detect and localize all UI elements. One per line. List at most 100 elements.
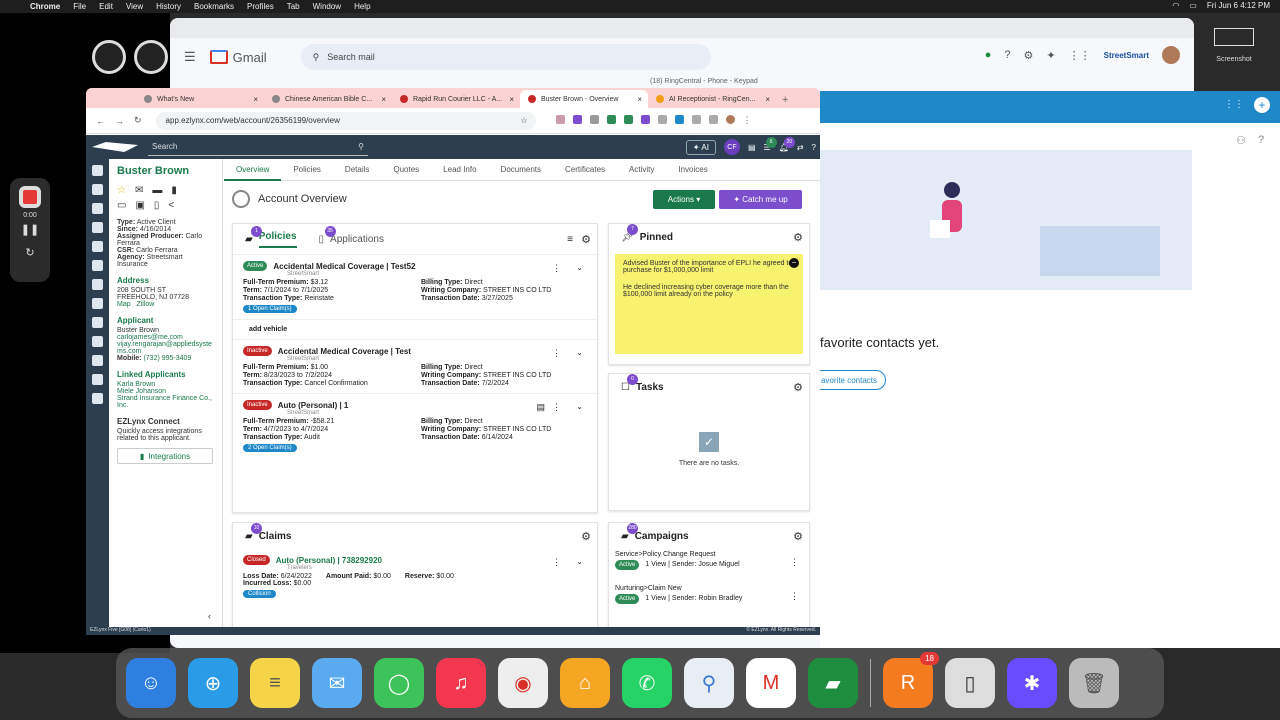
applications-subtab[interactable]: Applications — [330, 234, 384, 245]
open-claims-pill[interactable]: 2 Open Claim(s) — [243, 444, 297, 452]
ringcentral-icon[interactable]: R 18 — [883, 652, 939, 708]
chevron-down-icon[interactable]: ⌄ — [576, 402, 583, 411]
apps-grid-icon[interactable]: ⋮⋮ — [1069, 49, 1091, 62]
menu-edit[interactable]: Edit — [99, 2, 113, 11]
briefcase-icon[interactable] — [92, 355, 103, 366]
email-link[interactable]: carlojames@me.com — [117, 334, 214, 341]
extension-icon[interactable] — [674, 115, 684, 124]
plug-icon[interactable] — [92, 374, 103, 385]
gear-icon[interactable]: ⚙ — [581, 530, 591, 543]
menu-profiles[interactable]: Profiles — [247, 2, 274, 11]
gmail-search-input[interactable]: ⚲ Search mail — [300, 44, 711, 70]
share-icon[interactable]: ⇄ — [797, 143, 804, 152]
tab-invoices[interactable]: Invoices — [666, 159, 719, 181]
star-icon[interactable]: ☆ — [117, 185, 126, 196]
help-icon[interactable]: ? — [1258, 134, 1264, 146]
mobile-link[interactable]: (732) 995-3409 — [143, 355, 191, 362]
menu-window[interactable]: Window — [313, 2, 341, 11]
document-icon[interactable]: ▤ — [748, 143, 756, 152]
menu-bookmarks[interactable]: Bookmarks — [194, 2, 234, 11]
gear-icon[interactable]: ⚙ — [581, 233, 591, 246]
status-dot-icon[interactable]: ● — [985, 49, 992, 61]
keyboard-icon[interactable] — [134, 40, 168, 74]
linked-applicant-link[interactable]: Miele Johanson — [117, 388, 214, 395]
settings-icon[interactable] — [92, 279, 103, 290]
close-icon[interactable]: × — [509, 95, 514, 104]
document-icon[interactable]: ▤ — [536, 402, 545, 413]
restart-icon[interactable]: ↻ — [10, 246, 50, 259]
folder-icon[interactable] — [92, 203, 103, 214]
more-vert-icon[interactable]: ⋮ — [790, 557, 799, 568]
reload-icon[interactable]: ↻ — [134, 115, 142, 126]
gear-icon[interactable]: ⚙ — [793, 530, 803, 543]
pause-icon[interactable]: ❚❚ — [10, 223, 50, 236]
screenshot-thumbnail[interactable]: Screenshot — [1206, 28, 1262, 76]
policy-item[interactable]: Inactive Auto (Personal) | 1 StreetSmart … — [233, 393, 597, 458]
dashboard-icon[interactable] — [92, 165, 103, 176]
actions-button[interactable]: Actions ▾ — [653, 189, 715, 209]
add-icon[interactable]: + — [1254, 97, 1270, 113]
tab-buster-brown[interactable]: Buster Brown - Overview × — [520, 90, 648, 108]
menubar-app[interactable]: Chrome — [30, 2, 60, 11]
gemini-icon[interactable]: ✦ — [1046, 49, 1055, 62]
safari-icon[interactable]: ⊕ — [188, 658, 238, 708]
grid-icon[interactable]: ⋮⋮ — [1224, 99, 1244, 110]
email-icon[interactable]: ✉ — [135, 185, 143, 196]
gmail-icon[interactable]: M — [746, 658, 796, 708]
url-bar[interactable]: app.ezlynx.com/web/account/26356199/over… — [155, 111, 536, 130]
record-stop-icon[interactable] — [19, 186, 41, 208]
finder-icon[interactable]: ☺ — [126, 658, 176, 708]
zillow-link[interactable]: Zillow — [136, 301, 154, 308]
extension-icon[interactable] — [606, 115, 616, 124]
wifi-icon[interactable]: ◠ — [1172, 1, 1179, 10]
extension-icon[interactable] — [640, 115, 650, 124]
menu-tab[interactable]: Tab — [287, 2, 300, 11]
briefcase-icon[interactable]: ▣ — [135, 200, 144, 211]
id-card-icon[interactable]: ▭ — [117, 200, 126, 211]
pinned-note[interactable]: Advised Buster of the importance of EPLI… — [615, 254, 803, 354]
map-link[interactable]: Map — [117, 301, 131, 308]
more-vert-icon[interactable]: ⋮ — [552, 348, 561, 359]
linked-applicant-link[interactable]: Karla Brown — [117, 381, 214, 388]
open-claims-pill[interactable]: 1 Open Claim(s) — [243, 305, 297, 313]
policies-subtab[interactable]: Policies — [258, 231, 297, 248]
tab-quotes[interactable]: Quotes — [381, 159, 431, 181]
trash-icon[interactable]: 🗑︎ — [1069, 658, 1119, 708]
menu-help[interactable]: Help — [354, 2, 370, 11]
extension-icon[interactable] — [589, 115, 599, 124]
chart-icon[interactable] — [92, 260, 103, 271]
whatsapp-icon[interactable]: ✆ — [622, 658, 672, 708]
settings-icon[interactable]: ⚙ — [1024, 49, 1034, 62]
org-icon[interactable] — [92, 222, 103, 233]
book-icon[interactable] — [92, 317, 103, 328]
google-chat-icon[interactable]: ▰ — [808, 658, 858, 708]
close-icon[interactable]: × — [637, 95, 642, 104]
close-icon[interactable]: × — [765, 95, 770, 104]
tab-overview[interactable]: Overview — [224, 159, 282, 181]
phone-icon[interactable]: ▮ — [171, 185, 177, 196]
tab-rapid-run[interactable]: Rapid Run Courier LLC - A... × — [392, 90, 520, 108]
music-icon[interactable]: ♫ — [436, 658, 486, 708]
gear-icon[interactable]: ⚙ — [793, 231, 803, 244]
avatar[interactable] — [1162, 46, 1180, 64]
extension-icon[interactable] — [691, 115, 701, 124]
ezlynx-logo[interactable] — [92, 142, 138, 152]
stop-record-icon[interactable] — [92, 40, 126, 74]
menubar-clock[interactable]: Fri Jun 6 4:12 PM — [1207, 1, 1270, 10]
forward-icon[interactable]: → — [115, 116, 124, 126]
home-icon[interactable]: ⌂ — [560, 658, 610, 708]
back-icon[interactable]: ← — [96, 116, 105, 126]
bell-icon[interactable]: 🔔︎ 20 — [779, 136, 795, 152]
gmail-logo[interactable]: Gmail — [209, 50, 267, 65]
policy-title[interactable]: Auto (Personal) | 1 — [278, 401, 349, 410]
close-icon[interactable]: × — [253, 95, 258, 104]
menu-icon[interactable]: ☰ — [184, 49, 196, 65]
chevron-down-icon[interactable]: ⌄ — [576, 263, 583, 272]
tab-whats-new[interactable]: What's New × — [136, 90, 264, 108]
more-vert-icon[interactable]: ⋮ — [552, 263, 561, 274]
add-vehicle-link[interactable]: add vehicle — [233, 319, 597, 339]
exit-icon[interactable] — [92, 336, 103, 347]
chat-icon[interactable]: ▬ — [152, 185, 162, 196]
help-icon[interactable]: ? — [1004, 49, 1010, 61]
chevron-down-icon[interactable]: ⌄ — [576, 348, 583, 357]
